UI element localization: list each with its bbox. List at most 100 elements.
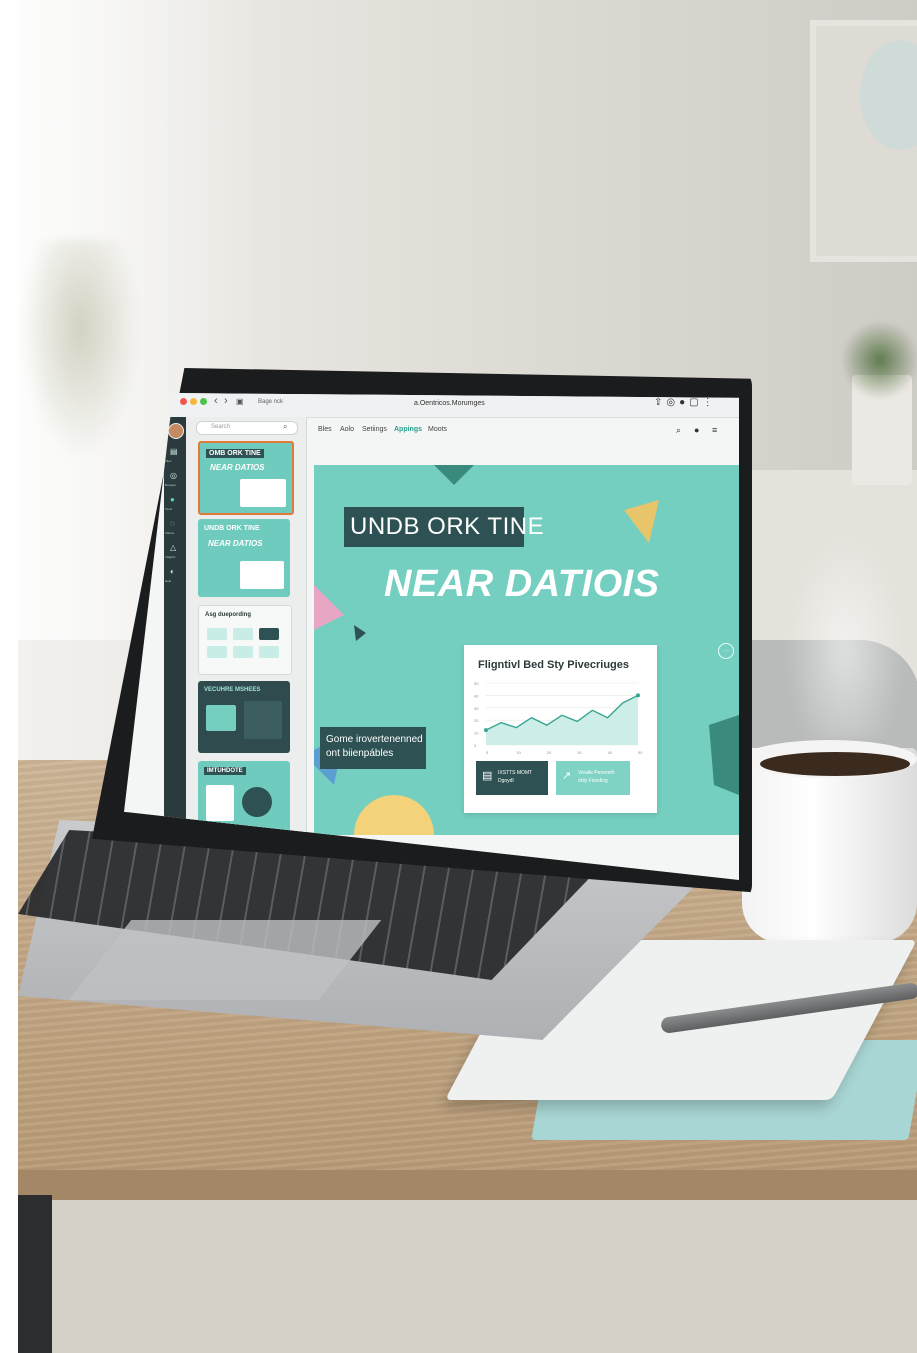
chart-x-tick: 20 [547,750,552,755]
sidebar-toggle-icon[interactable]: ▣ [236,397,244,406]
rail-label-tools: Tools [165,507,173,511]
trend-button[interactable]: ↗ Viealle Peoereth drily Flunding [556,761,630,795]
thumb-4-image [206,705,236,731]
stats-button[interactable]: ▤ IXSTTS MOMT Dgoydl [476,761,548,795]
thumb-1-subtitle: NEAR DATIOS [210,463,265,472]
coffee [760,752,910,776]
slide-thumbnail-3[interactable]: Asg duepording [198,605,292,675]
thumb-5-photo [242,787,272,817]
forward-arrow-icon[interactable]: › [224,395,228,407]
chart-point [484,728,488,733]
search-placeholder: Search [211,424,231,430]
line-chart: 50 40 30 20 10 0 0 10 20 30 40 50 [474,681,643,755]
rail-label-files: Files [165,459,172,463]
designs-icon[interactable]: ◎ [170,471,177,480]
tab-appings[interactable]: Appings [394,426,422,433]
chart-point [636,693,640,698]
thumb-3-title: Asg duepording [205,612,251,618]
thumb-4-list [244,701,282,739]
pink-triangle [314,575,344,635]
slide-thumbnail-2[interactable]: UNDB ORK TINE NEAR DATIOS [198,519,290,597]
slide-banner-text: UNDB ORK TINE [350,513,545,540]
search-icon[interactable]: ⌕ [676,425,681,436]
steam [780,520,910,740]
chart-card: Fligntivl Bed Sty Pivecriuges 50 40 30 20 10… [464,645,657,813]
chart-x-tick: 40 [608,750,613,755]
slide-thumbnail-4[interactable]: VECUHRE MSHEES [198,681,290,753]
help-icon[interactable]: ◐ [170,567,175,576]
chart-title: Fligntivl Bed Sty Pivecriuges [478,659,629,671]
thumb-2-title: UNDB ORK TINE [204,525,260,532]
thumb-3-tile [233,628,253,640]
tab-bles[interactable]: Bles [318,426,332,433]
chart-y-tick: 50 [474,681,479,686]
floor [0,1200,917,1353]
chart-y-tick: 10 [474,731,479,736]
chart-x-tick: 10 [516,750,521,755]
rail-label-designs: Designs [165,483,176,487]
minimize-window-dot[interactable] [190,398,197,405]
yellow-triangle [624,500,659,543]
stats-button-line2: Dgoydl [498,778,514,784]
chart-x-tick: 50 [638,750,643,755]
thumb-5-card [206,785,234,821]
yellow-circle [354,795,434,835]
slides-panel: Search ⌕ OMB ORK TINE NEAR DATIOS UNDB O… [186,417,307,880]
close-window-dot[interactable] [180,398,187,405]
app-rail: ▤ Files ◎ Designs ● Tools ◌ Videos △ Ins… [164,417,186,880]
trend-button-line1: Viealle Peoereth [578,770,615,776]
laptop-screen: ‹ › ▣ Bage nck a.Oentricos.Morumges ⇪◎●▢… [124,393,739,880]
thumb-1-chart-card [240,479,286,507]
slide-thumbnail-1[interactable]: OMB ORK TINE NEAR DATIOS [198,441,294,515]
more-options-icon[interactable]: ··· [718,643,734,659]
menu-icon[interactable]: ≡ [712,425,717,435]
files-icon[interactable]: ▤ [170,447,178,456]
teal-shape-right [709,715,739,795]
thumb-3-tile [207,628,227,640]
document-icon: ▤ [482,770,493,782]
slide-headline: NEAR DATIOIS [384,563,660,605]
chart-x-tick: 30 [577,750,582,755]
thumb-2-subtitle: NEAR DATIOS [208,539,263,548]
videos-icon[interactable]: ◌ [170,519,175,528]
teal-shape-top [434,465,474,485]
slide-canvas[interactable]: UNDB ORK TINE NEAR DATIOIS ··· Gome irov… [314,465,739,835]
tab-aolo[interactable]: Aolo [340,426,354,433]
stats-button-line1: IXSTTS MOMT [498,770,533,776]
thumb-3-tile [259,628,279,640]
search-icon[interactable]: ⌕ [283,422,287,432]
insights-icon[interactable]: △ [170,543,176,552]
caption-line-1: Gome irovertenenned [326,734,423,745]
chart-y-tick: 40 [474,693,479,698]
small-dark-triangle [354,625,366,641]
thumb-2-chart-card [240,561,284,589]
caption-line-2: ont biienpábles [326,748,394,759]
back-arrow-icon[interactable]: ‹ [214,395,218,407]
tab-setiings[interactable]: Setiings [362,426,387,433]
pin-icon[interactable]: ● [694,425,699,435]
address-bar[interactable]: a.Oentricos.Morumges [414,400,485,407]
trend-button-line2: drily Flunding [578,778,608,784]
slide-caption: Gome irovertenenned ont biienpábles [320,727,426,769]
avatar[interactable] [168,423,184,439]
tab-title[interactable]: Bage nck [258,399,283,405]
browser-actions-icons[interactable]: ⇪◎●▢⋮ [654,397,717,408]
search-input[interactable]: Search ⌕ [196,421,298,435]
rail-label-help: Help [165,579,172,583]
tools-icon[interactable]: ● [170,495,175,504]
chart-x-tick: 0 [486,750,489,755]
rail-label-insights: Insights [165,555,176,559]
rail-label-videos: Videos [165,531,175,535]
image-border [0,0,18,1353]
trend-arrow-icon: ↗ [562,770,572,782]
slide-banner: UNDB ORK TINE [344,507,544,547]
editor-toolbar: Bles Aolo Setiings Appings Moots ⌕ ● ≡ [306,417,739,443]
thumb-5-title: IMTUHDOTE [204,767,246,775]
thumb-4-title: VECUHRE MSHEES [204,687,261,693]
thumb-3-tile [233,646,253,658]
desk-leg [18,1195,52,1353]
tab-moots[interactable]: Moots [428,426,447,433]
maximize-window-dot[interactable] [200,398,207,405]
chart-y-tick: 30 [474,706,479,711]
chart-y-tick: 20 [474,718,479,723]
